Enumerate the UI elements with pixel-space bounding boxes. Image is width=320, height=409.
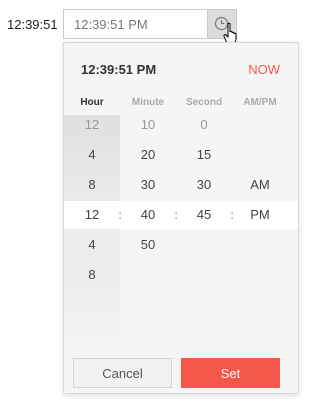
current-time-label: 12:39:51 [7, 17, 58, 32]
ampm-option[interactable]: AM [232, 171, 288, 199]
time-input-value: 12:39:51 PM [74, 17, 148, 32]
second-option[interactable]: 30 [176, 171, 232, 199]
minute-option[interactable]: 30 [120, 171, 176, 199]
second-option[interactable]: 15 [176, 141, 232, 169]
hour-option[interactable]: 12 [64, 111, 120, 139]
picker-time-display: 12:39:51 PM [81, 62, 157, 77]
column-header-hour: Hour [80, 97, 104, 108]
column-header-ampm: AM/PM [243, 97, 277, 108]
selected-minute[interactable]: 40 [120, 201, 176, 229]
hour-option[interactable]: 4 [64, 231, 120, 259]
cancel-button[interactable]: Cancel [73, 358, 172, 388]
time-input[interactable]: 12:39:51 PM [63, 9, 237, 39]
second-option[interactable]: 0 [176, 111, 232, 139]
selected-time-row: 12 : 40 : 45 : PM [64, 201, 298, 229]
minute-option[interactable]: 20 [120, 141, 176, 169]
selected-ampm[interactable]: PM [232, 201, 288, 229]
selected-hour[interactable]: 12 [64, 201, 120, 229]
hour-option[interactable]: 4 [64, 141, 120, 169]
hour-option[interactable]: 8 [64, 171, 120, 199]
hour-option[interactable]: 8 [64, 261, 120, 289]
set-button[interactable]: Set [181, 358, 280, 388]
column-header-minute: Minute [131, 97, 165, 108]
time-picker-popup: 12:39:51 PM NOW Hour Minute Second AM/PM… [63, 42, 299, 394]
column-header-second: Second [185, 97, 223, 108]
now-button[interactable]: NOW [248, 62, 280, 77]
selected-second[interactable]: 45 [176, 201, 232, 229]
minute-option[interactable]: 50 [120, 231, 176, 259]
minute-option[interactable]: 10 [120, 111, 176, 139]
picker-header: 12:39:51 PM NOW [64, 43, 298, 97]
